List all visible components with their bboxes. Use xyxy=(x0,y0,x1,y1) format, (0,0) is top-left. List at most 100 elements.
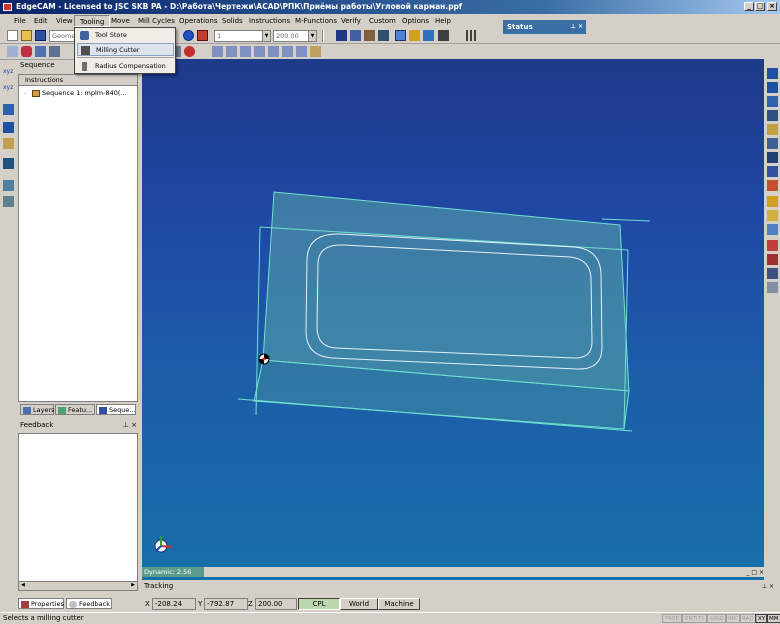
view-front-icon[interactable] xyxy=(226,46,237,57)
minimize-button[interactable]: _ xyxy=(744,2,754,11)
thread-icon[interactable] xyxy=(767,254,778,265)
slot-icon[interactable] xyxy=(767,152,778,163)
chamfer-icon[interactable] xyxy=(767,180,778,191)
close-icon[interactable]: ⊥ × xyxy=(123,420,137,431)
tab-properties[interactable]: Properties xyxy=(18,598,64,609)
zoom-icon[interactable] xyxy=(423,30,434,41)
chevron-down-icon[interactable]: ▼ xyxy=(262,31,270,41)
close-icon[interactable]: ⊥ × xyxy=(762,581,774,592)
view-iso2-icon[interactable] xyxy=(296,46,307,57)
menu-item-radius-compensation[interactable]: Radius Compensation xyxy=(77,60,174,73)
hatch-icon[interactable] xyxy=(3,138,14,149)
profile-icon[interactable] xyxy=(767,68,778,79)
tree-expand-icon[interactable]: - xyxy=(24,88,26,99)
info-icon[interactable] xyxy=(183,30,194,41)
view-cube-icon[interactable] xyxy=(310,46,321,57)
trim-icon[interactable] xyxy=(3,180,14,191)
viewport-scrollbar[interactable] xyxy=(204,567,764,577)
menu-m-functions[interactable]: M-Functions xyxy=(290,15,342,27)
menu-help[interactable]: Help xyxy=(430,15,456,27)
graphics-viewport[interactable] xyxy=(142,59,764,580)
part-geometry[interactable] xyxy=(142,59,764,580)
menu-item-tool-store[interactable]: Tool Store xyxy=(77,29,174,42)
view-bottom-icon[interactable] xyxy=(282,46,293,57)
wcs-xyz-icon[interactable]: xyz xyxy=(3,84,14,95)
world-button[interactable]: World xyxy=(340,598,378,610)
view-back-icon[interactable] xyxy=(268,46,279,57)
cylinder-icon[interactable] xyxy=(21,46,32,57)
tab-feedback[interactable]: Feedback xyxy=(66,598,112,609)
machine-button[interactable]: Machine xyxy=(378,598,420,610)
render-icon[interactable] xyxy=(409,30,420,41)
cpl-xyz-icon[interactable]: xyz xyxy=(3,68,14,79)
pick-icon[interactable] xyxy=(197,30,208,41)
cpl-button[interactable]: CPL xyxy=(298,598,340,610)
feedback-scrollbar[interactable]: ◀ ▶ xyxy=(19,581,137,590)
menu-move[interactable]: Move xyxy=(106,15,135,27)
drill-icon[interactable] xyxy=(378,30,389,41)
fixture-icon[interactable] xyxy=(49,46,60,57)
menu-instructions[interactable]: Instructions xyxy=(244,15,295,27)
status-pane[interactable]: Status ⊥ × xyxy=(503,20,586,34)
close-button[interactable]: × xyxy=(767,2,777,11)
move-icon[interactable] xyxy=(3,104,14,115)
tab-sequence[interactable]: Seque... xyxy=(96,404,136,415)
flatland-icon[interactable] xyxy=(767,268,778,279)
save-icon[interactable] xyxy=(35,30,46,41)
pocket-icon[interactable] xyxy=(767,110,778,121)
view-left-icon[interactable] xyxy=(254,46,265,57)
reaming-icon[interactable] xyxy=(767,224,778,235)
menu-file[interactable]: File xyxy=(9,15,31,27)
stop-icon[interactable] xyxy=(184,46,195,57)
view-right-icon[interactable] xyxy=(240,46,251,57)
section-icon[interactable] xyxy=(3,158,14,169)
menu-custom[interactable]: Custom xyxy=(364,15,401,27)
value-combo[interactable]: 200.00 ▼ xyxy=(273,30,317,42)
entity-indicator[interactable]: ENTITY xyxy=(682,614,708,623)
dimension-icon[interactable] xyxy=(438,30,449,41)
sequence-tree-item[interactable]: - Sequence 1: mplm-840(... xyxy=(22,88,136,99)
open-file-icon[interactable] xyxy=(21,30,32,41)
plunge-icon[interactable] xyxy=(767,282,778,293)
face-icon[interactable] xyxy=(767,138,778,149)
mill-icon[interactable] xyxy=(350,30,361,41)
scroll-right-icon[interactable]: ▶ xyxy=(131,582,135,588)
tab-layers[interactable]: Layers xyxy=(20,404,55,415)
extend-icon[interactable] xyxy=(3,196,14,207)
rad-indicator[interactable]: RAD xyxy=(739,614,757,623)
free-indicator[interactable]: FREE xyxy=(662,614,682,623)
turn-icon[interactable] xyxy=(364,30,375,41)
layer-icon[interactable] xyxy=(7,46,18,57)
maximize-button[interactable]: □ xyxy=(755,2,765,11)
chevron-down-icon[interactable]: ▼ xyxy=(308,31,316,41)
contour-icon[interactable] xyxy=(767,96,778,107)
finish-icon[interactable] xyxy=(767,240,778,251)
view-top-icon[interactable] xyxy=(212,46,223,57)
rotate-icon[interactable] xyxy=(3,122,14,133)
geometry-combo[interactable]: Geometr xyxy=(49,30,81,42)
mm-indicator[interactable]: MM xyxy=(766,614,780,623)
grid-indicator[interactable]: GRID xyxy=(707,614,727,623)
boring-icon[interactable] xyxy=(767,210,778,221)
menu-tooling[interactable]: Tooling xyxy=(74,15,111,27)
cycle-icon[interactable] xyxy=(336,30,347,41)
layer-combo[interactable]: 1 ▼ xyxy=(214,30,271,42)
menu-verify[interactable]: Verify xyxy=(336,15,366,27)
hole-icon[interactable] xyxy=(767,124,778,135)
engrave-icon[interactable] xyxy=(767,166,778,177)
instructions-column-header[interactable]: Instructions xyxy=(19,75,137,86)
menu-operations[interactable]: Operations xyxy=(174,15,222,27)
menu-item-milling-cutter[interactable]: Milling Cutter xyxy=(77,43,174,56)
scroll-left-icon[interactable]: ◀ xyxy=(21,582,25,588)
viewport-window-controls[interactable]: _ □ × xyxy=(738,568,764,577)
menu-edit[interactable]: Edit xyxy=(29,15,53,27)
tapping-icon[interactable] xyxy=(767,196,778,207)
menu-options[interactable]: Options xyxy=(397,15,434,27)
tab-features[interactable]: Featu... xyxy=(55,404,95,415)
close-icon[interactable]: ⊥ × xyxy=(570,20,583,34)
new-file-icon[interactable] xyxy=(7,30,18,41)
rough-icon[interactable] xyxy=(767,82,778,93)
view-iso-icon[interactable] xyxy=(395,30,406,41)
stock-icon[interactable] xyxy=(35,46,46,57)
menu-mill-cycles[interactable]: Mill Cycles xyxy=(133,15,180,27)
